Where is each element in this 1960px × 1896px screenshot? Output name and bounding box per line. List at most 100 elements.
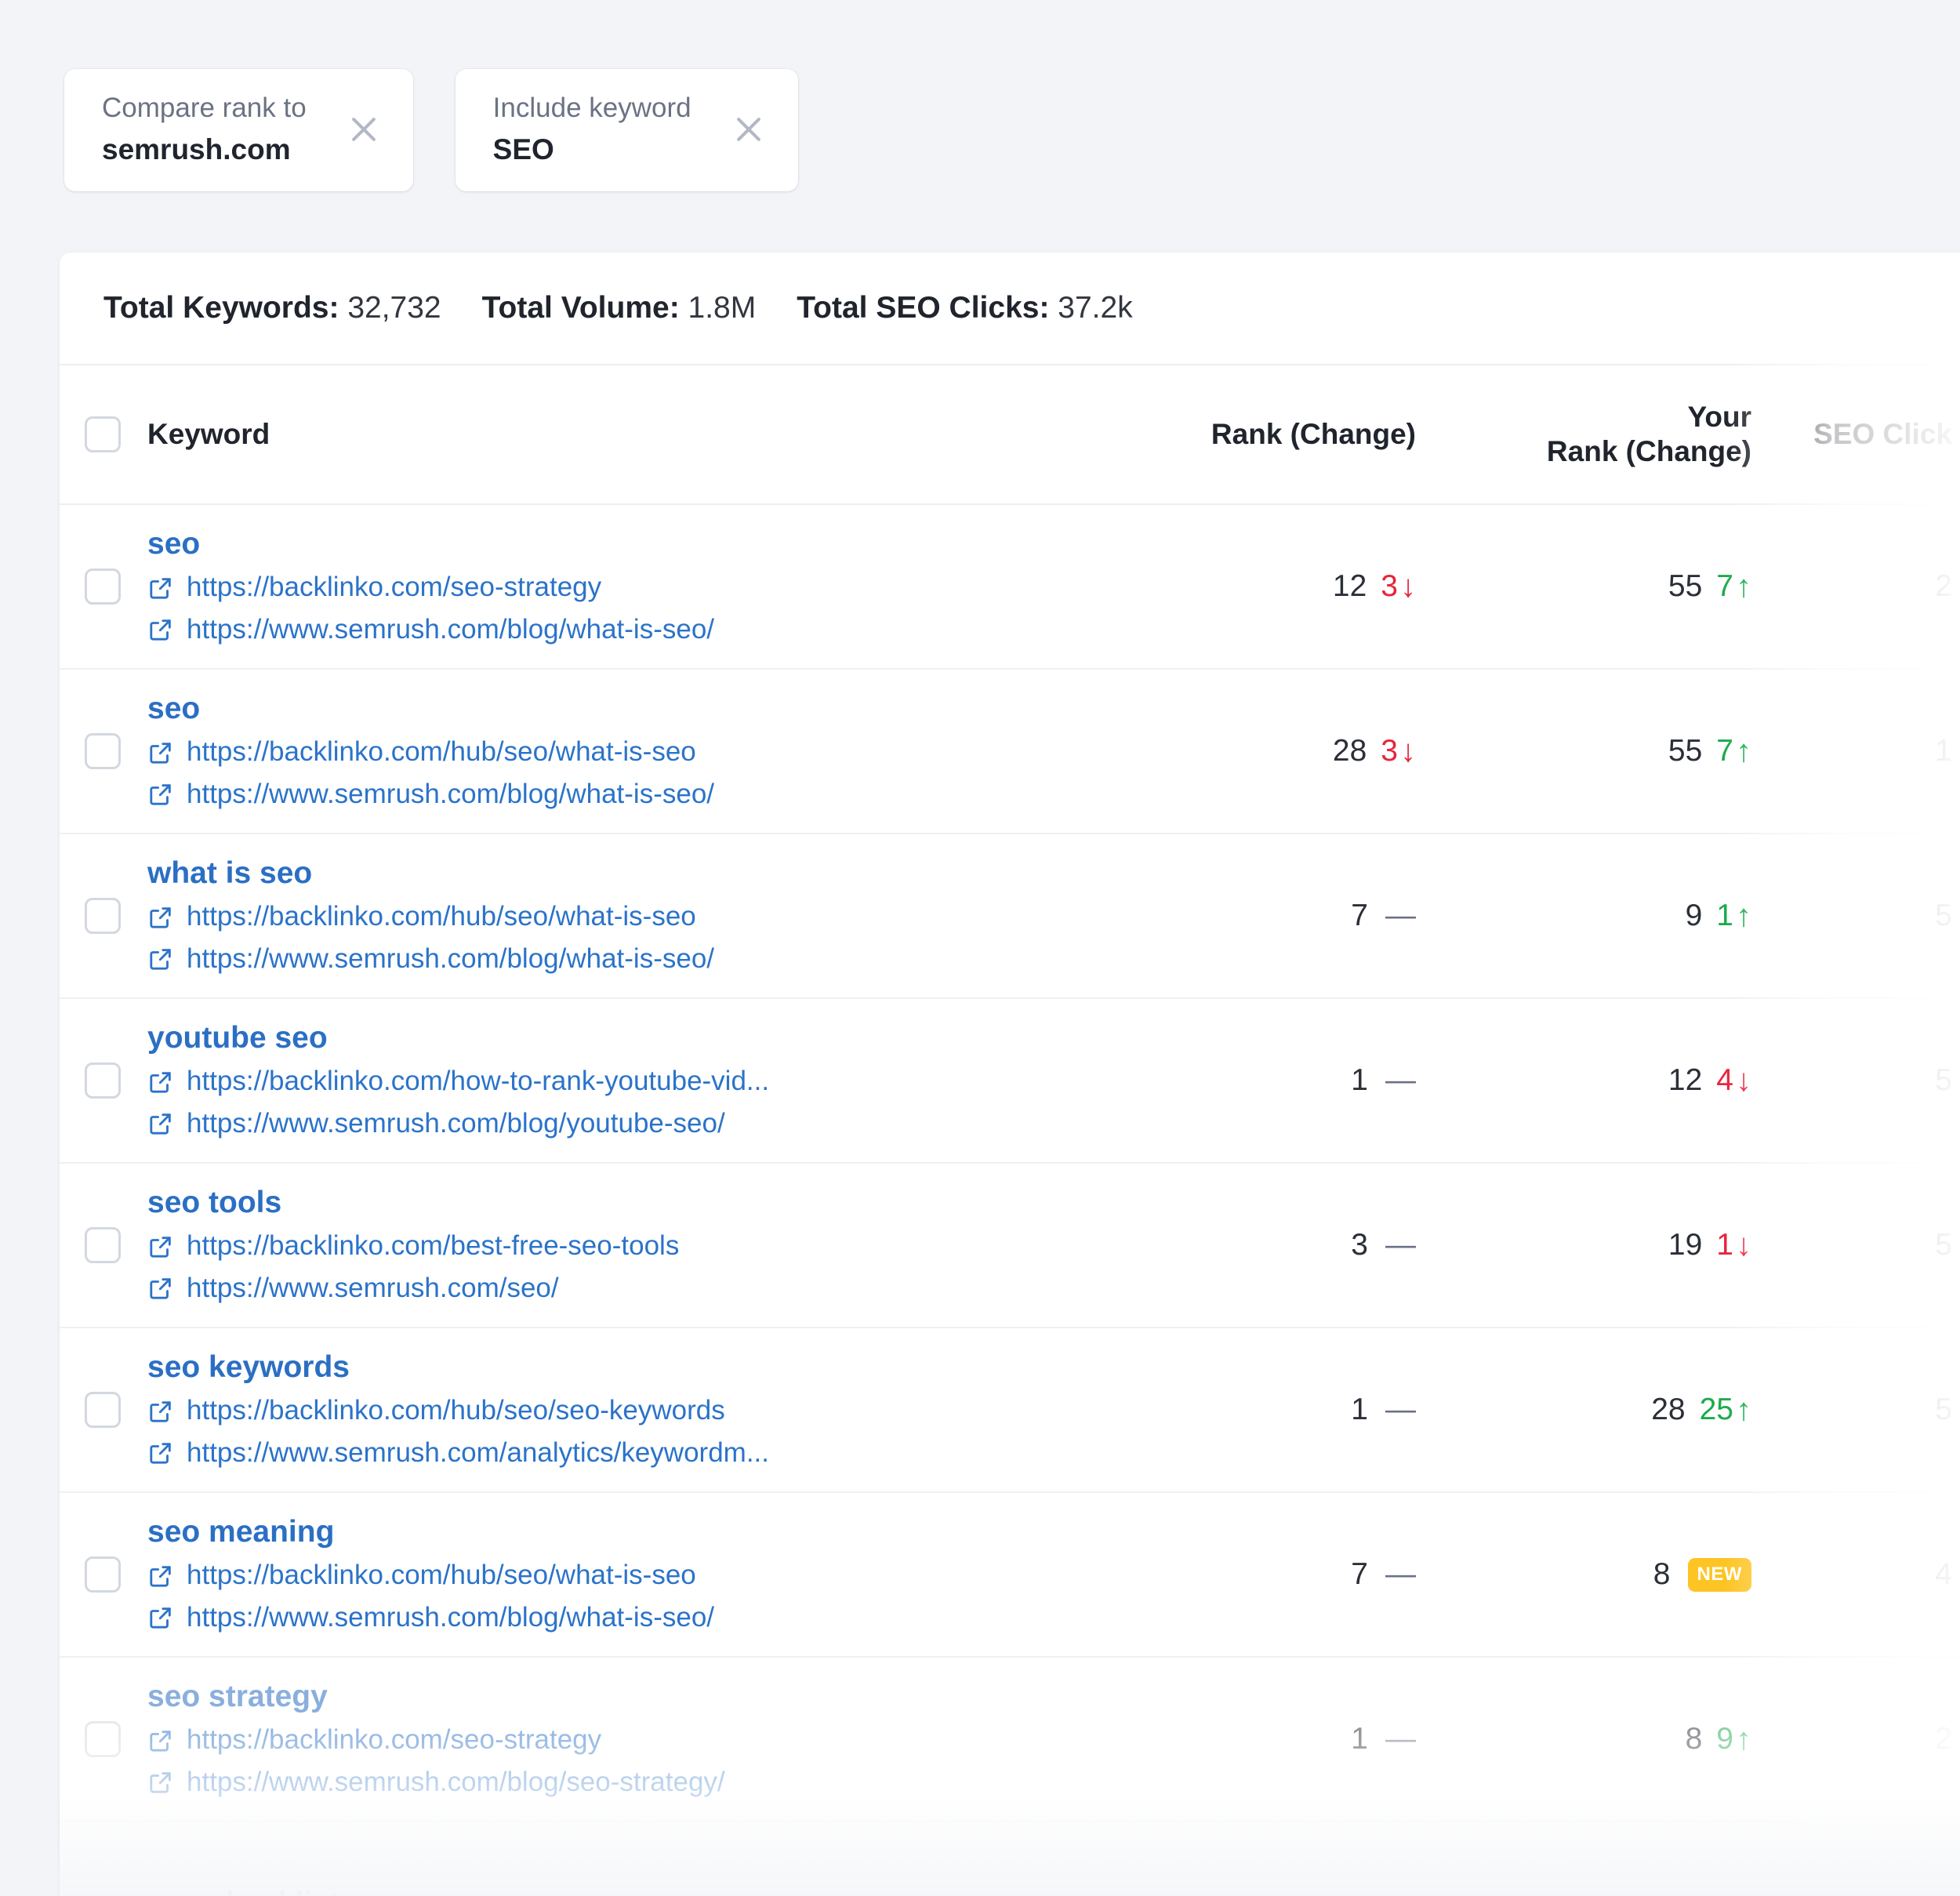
result-url[interactable]: https://backlinko.com/how-to-rank-youtub… [147, 1065, 1113, 1099]
seo-clicks-cell: 1 [1780, 670, 1960, 833]
row-checkbox[interactable] [85, 1392, 121, 1428]
table-header-row: Keyword Rank (Change) Your Rank (Change)… [60, 365, 1960, 505]
table-row[interactable]: seo strategy https://backlinko.com/seo-st… [60, 1658, 1960, 1822]
result-url[interactable]: https://www.semrush.com/blog/seo-strateg… [147, 1766, 1113, 1800]
row-checkbox[interactable] [85, 1556, 121, 1593]
arrow-down-icon: ↓ [1400, 734, 1416, 768]
keyword-link[interactable]: seo checklist [147, 1886, 1113, 1896]
table-row[interactable]: seo meaning https://backlinko.com/hub/seo… [60, 1493, 1960, 1658]
close-icon[interactable] [341, 107, 387, 152]
table-row[interactable]: seo https://backlinko.com/hub/seo/what-is… [60, 670, 1960, 834]
filter-chip-label: Compare rank to [102, 93, 307, 123]
your-rank-value: 19 [1668, 1228, 1703, 1262]
result-url[interactable]: https://www.semrush.com/blog/what-is-seo… [147, 1601, 1113, 1635]
keyword-cell: what is seo https://backlinko.com/hub/seo… [141, 834, 1113, 997]
rank-cell: 1— [1113, 1328, 1443, 1491]
seo-clicks-value: 4 [1935, 1557, 1952, 1591]
total-volume-suffix: M [730, 291, 757, 325]
table-row[interactable]: seo https://backlinko.com/seo-strategy htt… [60, 505, 1960, 670]
table-row[interactable]: seo keywords https://backlinko.com/hub/se… [60, 1328, 1960, 1493]
result-url[interactable]: https://www.semrush.com/blog/what-is-seo… [147, 943, 1113, 976]
table-row[interactable]: seo checklist [60, 1822, 1960, 1896]
result-url[interactable]: https://backlinko.com/hub/seo/what-is-se… [147, 900, 1113, 934]
result-url-text: https://backlinko.com/hub/seo/what-is-se… [187, 901, 696, 932]
row-checkbox[interactable] [85, 1062, 121, 1099]
row-checkbox[interactable] [85, 1227, 121, 1263]
rank-change-down: 3 ↓ [1381, 569, 1416, 604]
seo-clicks-value: 5 [1935, 1063, 1952, 1097]
rank-cell: 12 3 ↓ [1113, 505, 1443, 668]
row-checkbox[interactable] [85, 733, 121, 769]
keyword-cell: seo tools https://backlinko.com/best-free… [141, 1164, 1113, 1327]
keyword-link[interactable]: seo strategy [147, 1679, 1113, 1715]
result-url[interactable]: https://backlinko.com/seo-strategy [147, 1723, 1113, 1757]
result-url[interactable]: https://www.semrush.com/blog/what-is-seo… [147, 613, 1113, 647]
keyword-cell-inner: seo checklist [147, 1822, 1113, 1896]
keyword-link[interactable]: seo tools [147, 1185, 1113, 1221]
filter-chip-compare-rank[interactable]: Compare rank to semrush.com [64, 69, 413, 191]
seo-clicks-cell: 5 [1780, 1328, 1960, 1491]
summary-bar: Total Keywords: 32,732 Total Volume: 1.8… [60, 252, 1960, 365]
table-row[interactable]: what is seo https://backlinko.com/hub/seo… [60, 834, 1960, 999]
rank-change-down: 3 ↓ [1381, 734, 1416, 768]
close-icon[interactable] [726, 107, 771, 152]
result-url[interactable]: https://www.semrush.com/analytics/keywor… [147, 1437, 1113, 1470]
table-body: seo https://backlinko.com/seo-strategy htt… [60, 505, 1960, 1896]
seo-clicks-value: 5 [1935, 1393, 1952, 1426]
total-seo-clicks-value: 37.2 [1058, 291, 1118, 325]
total-seo-clicks-stat: Total SEO Clicks: 37.2k [797, 291, 1132, 325]
arrow-up-icon: ↑ [1736, 1722, 1751, 1756]
keywords-table: Keyword Rank (Change) Your Rank (Change)… [60, 365, 1960, 1896]
result-url[interactable]: https://backlinko.com/hub/seo/seo-keywor… [147, 1394, 1113, 1428]
your-rank-value: 28 [1651, 1393, 1686, 1426]
row-select-cell [60, 505, 141, 668]
result-url[interactable]: https://backlinko.com/hub/seo/what-is-se… [147, 1559, 1113, 1593]
rank-change-up: 7 ↑ [1716, 569, 1751, 604]
header-cell-seo-clicks[interactable]: SEO Click [1780, 365, 1960, 503]
your-rank-cell: 8 9 ↑ [1443, 1658, 1780, 1821]
result-url[interactable]: https://www.semrush.com/seo/ [147, 1272, 1113, 1306]
result-url-text: https://backlinko.com/hub/seo/seo-keywor… [187, 1395, 725, 1426]
row-select-cell [60, 1164, 141, 1327]
row-checkbox[interactable] [85, 1721, 121, 1757]
row-select-cell [60, 999, 141, 1162]
column-header-your-rank-line1: Your [1687, 400, 1751, 433]
result-url[interactable]: https://www.semrush.com/blog/youtube-seo… [147, 1107, 1113, 1141]
keyword-cell-inner: seo https://backlinko.com/hub/seo/what-is… [147, 670, 1113, 833]
keywords-table-card: Total Keywords: 32,732 Total Volume: 1.8… [60, 252, 1960, 1896]
row-checkbox[interactable] [85, 898, 121, 934]
your-rank-value: 8 [1653, 1557, 1671, 1591]
row-checkbox[interactable] [85, 568, 121, 605]
rank-change-flat: — [1385, 1228, 1416, 1262]
table-row[interactable]: youtube seo https://backlinko.com/how-to-… [60, 999, 1960, 1164]
result-url[interactable]: https://www.semrush.com/blog/what-is-seo… [147, 778, 1113, 812]
result-url[interactable]: https://backlinko.com/best-free-seo-tool… [147, 1229, 1113, 1263]
new-badge: NEW [1687, 1557, 1751, 1592]
your-rank-value: 55 [1668, 569, 1703, 603]
result-url[interactable]: https://backlinko.com/seo-strategy [147, 571, 1113, 605]
select-all-checkbox[interactable] [85, 416, 121, 452]
result-url-text: https://www.semrush.com/blog/what-is-seo… [187, 943, 715, 974]
arrow-up-icon: ↑ [1736, 569, 1751, 604]
header-cell-your-rank[interactable]: Your Rank (Change) [1443, 365, 1780, 503]
column-header-your-rank: Your Rank (Change) [1547, 400, 1751, 470]
header-cell-keyword[interactable]: Keyword [141, 365, 1113, 503]
result-url[interactable]: https://backlinko.com/hub/seo/what-is-se… [147, 736, 1113, 769]
result-url-text: https://www.semrush.com/seo/ [187, 1273, 559, 1303]
result-url-text: https://www.semrush.com/blog/what-is-seo… [187, 779, 715, 809]
keyword-link[interactable]: youtube seo [147, 1020, 1113, 1056]
rank-value: 1 [1351, 1063, 1368, 1097]
keyword-link[interactable]: seo [147, 691, 1113, 727]
keyword-cell-inner: seo tools https://backlinko.com/best-free… [147, 1164, 1113, 1327]
keyword-link[interactable]: seo [147, 526, 1113, 562]
keyword-link[interactable]: what is seo [147, 855, 1113, 892]
header-cell-rank[interactable]: Rank (Change) [1113, 365, 1443, 503]
filter-chip-include-keyword[interactable]: Include keyword SEO [455, 69, 798, 191]
table-row[interactable]: seo tools https://backlinko.com/best-free… [60, 1164, 1960, 1328]
your-rank-cell: 12 4 ↓ [1443, 999, 1780, 1162]
result-url-text: https://backlinko.com/best-free-seo-tool… [187, 1230, 680, 1262]
result-url-text: https://www.semrush.com/blog/what-is-seo… [187, 614, 715, 645]
keyword-link[interactable]: seo meaning [147, 1514, 1113, 1550]
keyword-link[interactable]: seo keywords [147, 1349, 1113, 1386]
column-header-rank: Rank (Change) [1210, 417, 1416, 450]
